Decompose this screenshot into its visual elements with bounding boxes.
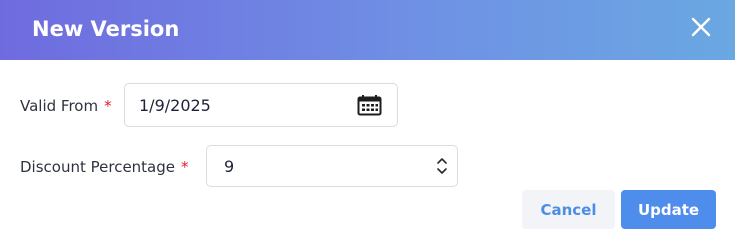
- update-button[interactable]: Update: [621, 190, 716, 229]
- valid-from-label: Valid From *: [20, 96, 112, 116]
- close-icon[interactable]: [690, 16, 712, 38]
- cancel-button[interactable]: Cancel: [522, 190, 615, 229]
- valid-from-input[interactable]: [139, 84, 339, 126]
- discount-percentage-label-text: Discount Percentage: [20, 158, 176, 176]
- required-marker: *: [181, 158, 189, 176]
- dialog-header: New Version: [0, 0, 735, 60]
- discount-percentage-input[interactable]: [224, 146, 424, 186]
- calendar-icon[interactable]: [357, 95, 382, 116]
- valid-from-field[interactable]: [124, 83, 398, 127]
- discount-percentage-label: Discount Percentage *: [20, 157, 189, 177]
- discount-percentage-field[interactable]: [206, 145, 458, 187]
- valid-from-label-text: Valid From: [20, 97, 99, 115]
- required-marker: *: [104, 97, 112, 115]
- new-version-dialog: New Version Valid From * 1/9/2025 Discou…: [0, 0, 735, 245]
- spinner-arrows-icon[interactable]: [436, 157, 448, 175]
- dialog-title: New Version: [32, 17, 180, 41]
